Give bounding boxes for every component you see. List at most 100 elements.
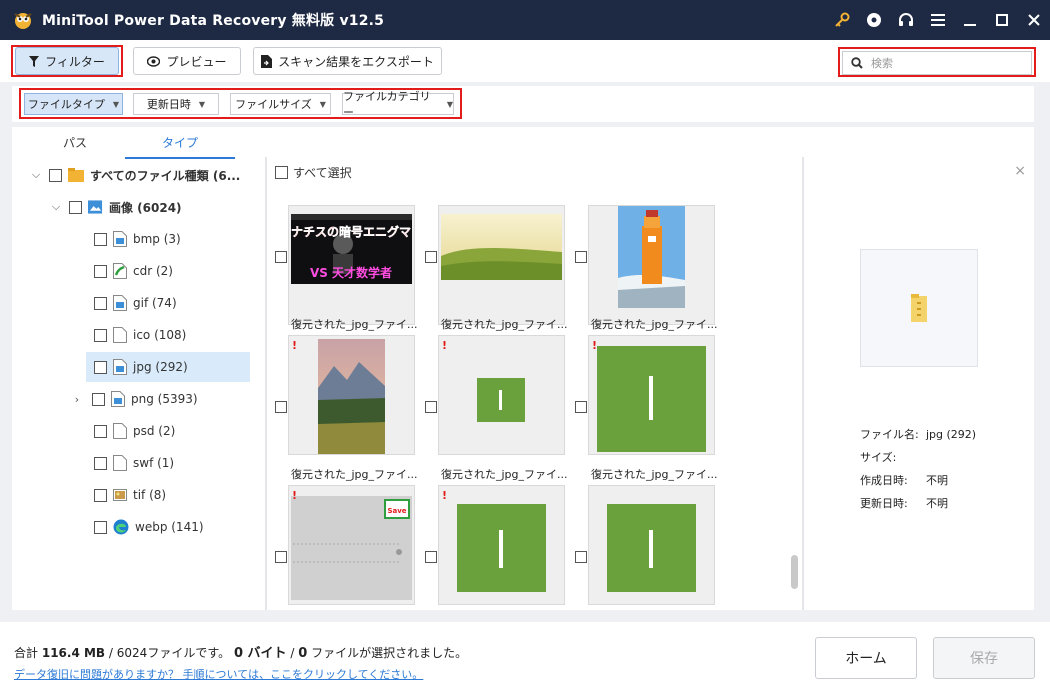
export-button[interactable]: スキャン結果をエクスポート	[253, 47, 442, 75]
warning-icon: !	[292, 339, 298, 352]
tree-label: png (5393)	[131, 392, 198, 406]
tile-checkbox[interactable]	[275, 551, 287, 563]
thumbnail-tile[interactable]	[588, 485, 715, 605]
tree-row-images[interactable]: ⌵ 画像 (6024)	[49, 192, 262, 222]
thumbnail-tile[interactable]: !	[438, 335, 565, 455]
file-type-dropdown[interactable]: ファイルタイプ ▼	[24, 93, 123, 115]
grid-scrollbar-thumb[interactable]	[791, 555, 798, 589]
save-button[interactable]: 保存	[933, 637, 1035, 679]
home-button[interactable]: ホーム	[815, 637, 917, 679]
checkbox[interactable]	[94, 424, 107, 438]
checkbox[interactable]	[94, 232, 107, 246]
thumbnail-green-small	[477, 378, 525, 422]
tab-path[interactable]: パス	[20, 127, 130, 159]
chevron-down-icon[interactable]: ⌵	[49, 200, 63, 214]
checkbox[interactable]	[94, 488, 107, 502]
tree-label: webp (141)	[135, 520, 204, 534]
tree-item-psd[interactable]: psd (2)	[86, 416, 250, 446]
blank-file-icon	[113, 327, 127, 343]
tree-item-jpg[interactable]: jpg (292)	[86, 352, 250, 382]
search-input[interactable]	[871, 56, 1021, 70]
tile-caption: 復元された_jpg_ファイ...	[441, 318, 568, 331]
checkbox[interactable]	[94, 328, 107, 342]
checkbox[interactable]	[94, 264, 107, 278]
key-icon[interactable]	[826, 0, 858, 40]
thumbnail-tile[interactable]: ナチスの暗号エニグマ VS 天才数学者	[288, 205, 415, 325]
thumbnail-green-large	[597, 346, 706, 452]
thumbnail-tile[interactable]: !	[588, 335, 715, 455]
tree-item-webp[interactable]: webp (141)	[86, 512, 250, 542]
file-size-dropdown[interactable]: ファイルサイズ ▼	[230, 93, 331, 115]
tree-label: cdr (2)	[133, 264, 173, 278]
search-box[interactable]	[842, 51, 1032, 75]
help-link[interactable]: データ復旧に問題がありますか？ 手順については、ここをクリックしてください。	[14, 666, 423, 682]
tree-item-gif[interactable]: gif (74)	[86, 288, 250, 318]
maximize-icon[interactable]	[986, 0, 1018, 40]
thumbnail-tile[interactable]: !	[438, 485, 565, 605]
chevron-down-icon: ▼	[319, 99, 326, 109]
tab-type[interactable]: タイプ	[125, 127, 235, 159]
modified-date-dropdown[interactable]: 更新日時 ▼	[133, 93, 219, 115]
size-label: サイズ:	[860, 451, 897, 464]
checkbox[interactable]	[49, 168, 62, 182]
filter-button[interactable]: フィルター	[15, 47, 119, 75]
total-prefix: 合計	[14, 646, 39, 660]
checkbox[interactable]	[94, 456, 107, 470]
thumbnail-enigma: ナチスの暗号エニグマ VS 天才数学者	[291, 214, 412, 284]
thumbnail-tile[interactable]	[588, 205, 715, 325]
tree-item-ico[interactable]: ico (108)	[86, 320, 250, 350]
select-all-row[interactable]: すべて選択	[275, 164, 352, 181]
tree-row-all-types[interactable]: ⌵ すべてのファイル種類 (6...	[29, 160, 262, 190]
thumbnail-tile[interactable]	[438, 205, 565, 325]
thumbnail-mountain	[318, 339, 385, 457]
tile-checkbox[interactable]	[275, 401, 287, 413]
chevron-down-icon: ▼	[198, 99, 206, 109]
disc-icon[interactable]	[858, 0, 890, 40]
save-badge-text: Save	[387, 507, 406, 515]
tree-item-bmp[interactable]: bmp (3)	[86, 224, 250, 254]
chevron-right-icon[interactable]: ›	[70, 393, 84, 406]
thumbnail-green-large	[457, 504, 546, 592]
tile-caption: 復元された_jpg_ファイ...	[291, 468, 418, 481]
toolbar: フィルター プレビュー スキャン結果をエクスポート	[0, 40, 1050, 82]
checkbox[interactable]	[92, 392, 105, 406]
checkbox[interactable]	[69, 200, 82, 214]
export-file-icon	[261, 54, 273, 68]
created-label: 作成日時:	[860, 474, 908, 487]
tile-caption: 復元された_jpg_ファイ...	[591, 468, 718, 481]
close-icon[interactable]	[1018, 0, 1050, 40]
image-file-icon	[111, 391, 125, 407]
select-all-checkbox[interactable]	[275, 166, 288, 179]
tree-item-tif[interactable]: tif (8)	[86, 480, 250, 510]
tile-checkbox[interactable]	[425, 401, 437, 413]
thumbnail-tile[interactable]: ! Save	[288, 485, 415, 605]
chevron-down-icon[interactable]: ⌵	[29, 168, 43, 182]
preview-close-icon[interactable]: ×	[1014, 163, 1026, 179]
minimize-icon[interactable]	[954, 0, 986, 40]
warning-icon: !	[442, 489, 448, 502]
tile-checkbox[interactable]	[425, 251, 437, 263]
tile-checkbox[interactable]	[425, 551, 437, 563]
tree-item-png[interactable]: › png (5393)	[70, 384, 250, 414]
file-category-dropdown-label: ファイルカテゴリー	[343, 90, 431, 119]
checkbox[interactable]	[94, 520, 107, 534]
thumbnail-tile[interactable]: !	[288, 335, 415, 457]
tile-caption: 復元された_jpg_ファイ...	[291, 318, 418, 331]
preview-button[interactable]: プレビュー	[133, 47, 241, 75]
checkbox[interactable]	[94, 296, 107, 310]
tile-checkbox[interactable]	[575, 401, 587, 413]
warning-icon: !	[442, 339, 448, 352]
main-panel: パス タイプ ⌵ すべてのファイル種類 (6... ⌵ 画像 (6024) bm…	[12, 127, 1034, 610]
modified-date-dropdown-label: 更新日時	[146, 98, 191, 111]
tile-checkbox[interactable]	[575, 251, 587, 263]
tree-item-cdr[interactable]: cdr (2)	[86, 256, 250, 286]
tile-checkbox[interactable]	[275, 251, 287, 263]
checkbox[interactable]	[94, 360, 107, 374]
menu-icon[interactable]	[922, 0, 954, 40]
tile-checkbox[interactable]	[575, 551, 587, 563]
tree-item-swf[interactable]: swf (1)	[86, 448, 250, 478]
file-category-dropdown[interactable]: ファイルカテゴリー ▼	[342, 90, 454, 119]
tree-label: すべてのファイル種類 (6...	[90, 168, 241, 183]
headset-icon[interactable]	[890, 0, 922, 40]
chevron-down-icon: ▼	[112, 99, 120, 109]
